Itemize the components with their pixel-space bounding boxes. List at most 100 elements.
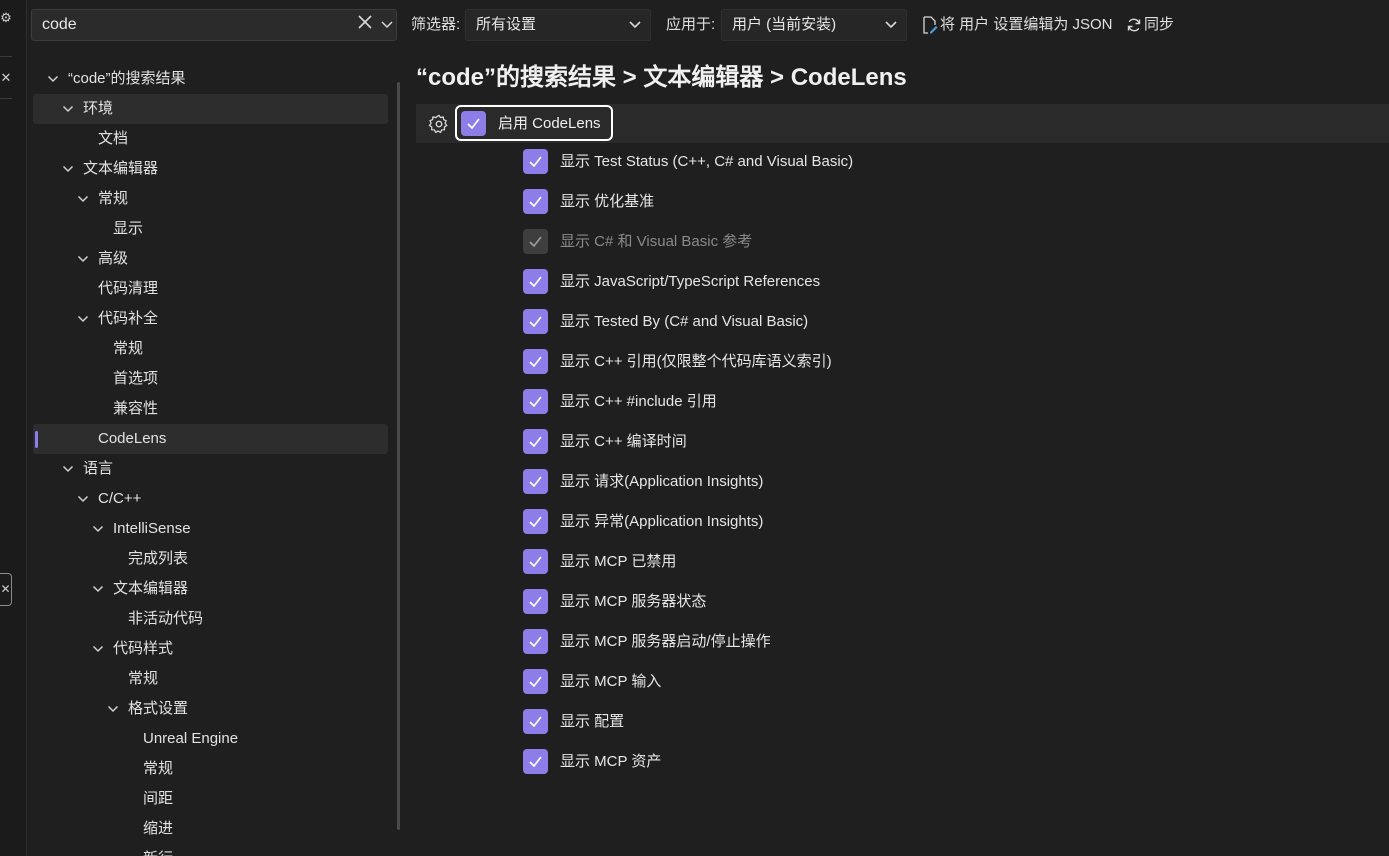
apply-select[interactable]: 用户 (当前安装): [721, 9, 907, 41]
tree-item[interactable]: 常规: [33, 184, 388, 214]
codelens-option-row[interactable]: 显示 Tested By (C# and Visual Basic): [523, 302, 1383, 342]
tree-item[interactable]: 高级: [33, 244, 388, 274]
tree-item-label: 新行: [143, 844, 173, 856]
tree-item[interactable]: 文本编辑器: [33, 154, 388, 184]
chevron-down-icon[interactable]: [62, 464, 74, 474]
tree-item[interactable]: 非活动代码: [33, 604, 388, 634]
codelens-option-checkbox[interactable]: [523, 389, 548, 414]
codelens-option-checkbox[interactable]: [523, 509, 548, 534]
codelens-option-checkbox[interactable]: [523, 429, 548, 454]
chevron-down-icon[interactable]: [62, 164, 74, 174]
codelens-option-row[interactable]: 显示 MCP 资产: [523, 742, 1383, 782]
codelens-option-row[interactable]: 显示 MCP 服务器启动/停止操作: [523, 622, 1383, 662]
codelens-option-row[interactable]: 显示 C++ 引用(仅限整个代码库语义索引): [523, 342, 1383, 382]
codelens-option-checkbox[interactable]: [523, 589, 548, 614]
tree-item-label: 格式设置: [128, 700, 189, 717]
chevron-down-icon[interactable]: [77, 494, 89, 504]
tree-item[interactable]: 兼容性: [33, 394, 388, 424]
filter-select[interactable]: 所有设置: [465, 9, 651, 41]
codelens-option-row[interactable]: 显示 MCP 输入: [523, 662, 1383, 702]
chevron-down-icon[interactable]: [77, 194, 89, 204]
codelens-option-checkbox[interactable]: [523, 629, 548, 654]
tree-item[interactable]: 间距: [33, 784, 388, 814]
tree-item[interactable]: 常规: [33, 334, 388, 364]
codelens-option-label: 显示 优化基准: [560, 193, 655, 210]
chevron-down-icon[interactable]: [47, 74, 59, 84]
search-input[interactable]: code: [31, 9, 397, 41]
tree-item-label: 文本编辑器: [113, 580, 189, 597]
close-icon[interactable]: [354, 10, 376, 40]
activity-bar: ⚙ ✕ ✕: [0, 0, 27, 856]
apply-value: 用户 (当前安装): [732, 16, 837, 33]
tree-item[interactable]: 代码清理: [33, 274, 388, 304]
enable-codelens-checkbox[interactable]: [461, 111, 486, 136]
codelens-option-row[interactable]: 显示 C++ 编译时间: [523, 422, 1383, 462]
tree-item[interactable]: Unreal Engine: [33, 724, 388, 754]
tree-item-label: 缩进: [143, 820, 174, 837]
codelens-option-checkbox[interactable]: [523, 469, 548, 494]
collapse-panel-button[interactable]: ✕: [0, 573, 12, 606]
tree-item[interactable]: 文本编辑器: [33, 574, 388, 604]
tree-scrollbar[interactable]: [397, 82, 400, 830]
codelens-option-checkbox[interactable]: [523, 349, 548, 374]
apply-label: 应用于:: [666, 16, 716, 33]
tree-item[interactable]: 代码补全: [33, 304, 388, 334]
tree-item[interactable]: 常规: [33, 664, 388, 694]
codelens-option-row[interactable]: 显示 Test Status (C++, C# and Visual Basic…: [523, 142, 1383, 182]
codelens-option-label: 显示 配置: [560, 713, 625, 730]
tree-item[interactable]: CodeLens: [33, 424, 388, 454]
tree-item[interactable]: 语言: [33, 454, 388, 484]
tree-item[interactable]: 格式设置: [33, 694, 388, 724]
chevron-down-icon[interactable]: [77, 314, 89, 324]
tree-item[interactable]: 环境: [33, 94, 388, 124]
codelens-option-checkbox[interactable]: [523, 669, 548, 694]
edit-json-button[interactable]: 将 用户 设置编辑为 JSON: [922, 9, 1113, 41]
codelens-option-row[interactable]: 显示 JavaScript/TypeScript References: [523, 262, 1383, 302]
codelens-option-checkbox[interactable]: [523, 709, 548, 734]
codelens-option-row[interactable]: 显示 请求(Application Insights): [523, 462, 1383, 502]
codelens-option-checkbox[interactable]: [523, 749, 548, 774]
tree-item[interactable]: 首选项: [33, 364, 388, 394]
chevron-down-icon[interactable]: [378, 10, 396, 40]
tree-item[interactable]: 新行: [33, 844, 388, 856]
check-icon: [467, 118, 480, 130]
enable-codelens-row[interactable]: 启用 CodeLens: [416, 104, 1389, 143]
tree-item[interactable]: 缩进: [33, 814, 388, 844]
edit-file-icon: [923, 16, 938, 34]
tree-item[interactable]: “code”的搜索结果: [33, 64, 388, 94]
codelens-option-checkbox[interactable]: [523, 309, 548, 334]
gear-icon[interactable]: ⚙: [0, 10, 12, 26]
codelens-option-row[interactable]: 显示 C++ #include 引用: [523, 382, 1383, 422]
close-icon[interactable]: ✕: [0, 70, 12, 86]
gear-icon[interactable]: [428, 113, 450, 135]
tree-item[interactable]: IntelliSense: [33, 514, 388, 544]
codelens-option-row[interactable]: 显示 MCP 服务器状态: [523, 582, 1383, 622]
codelens-option-row[interactable]: 显示 MCP 已禁用: [523, 542, 1383, 582]
codelens-option-label: 显示 Tested By (C# and Visual Basic): [560, 313, 809, 330]
codelens-option-row[interactable]: 显示 优化基准: [523, 182, 1383, 222]
chevron-down-icon[interactable]: [62, 104, 74, 114]
tree-item[interactable]: 显示: [33, 214, 388, 244]
codelens-option-checkbox[interactable]: [523, 149, 548, 174]
check-icon: [529, 756, 542, 768]
tree-item-label: 非活动代码: [128, 610, 204, 627]
chevron-down-icon[interactable]: [92, 584, 104, 594]
sync-button[interactable]: 同步: [1126, 9, 1174, 41]
tree-item[interactable]: 常规: [33, 754, 388, 784]
tree-item[interactable]: C/C++: [33, 484, 388, 514]
codelens-option-checkbox[interactable]: [523, 269, 548, 294]
codelens-option-row[interactable]: 显示 C# 和 Visual Basic 参考: [523, 222, 1383, 262]
search-value[interactable]: code: [42, 10, 77, 40]
chevron-down-icon[interactable]: [107, 704, 119, 714]
tree-item[interactable]: 完成列表: [33, 544, 388, 574]
codelens-option-checkbox[interactable]: [523, 189, 548, 214]
tree-item[interactable]: 代码样式: [33, 634, 388, 664]
codelens-option-row[interactable]: 显示 异常(Application Insights): [523, 502, 1383, 542]
tree-item[interactable]: 文档: [33, 124, 388, 154]
chevron-down-icon[interactable]: [92, 644, 104, 654]
codelens-option-row[interactable]: 显示 配置: [523, 702, 1383, 742]
chevron-down-icon[interactable]: [92, 524, 104, 534]
chevron-down-icon[interactable]: [77, 254, 89, 264]
tree-item-label: CodeLens: [98, 430, 167, 447]
codelens-option-checkbox[interactable]: [523, 549, 548, 574]
